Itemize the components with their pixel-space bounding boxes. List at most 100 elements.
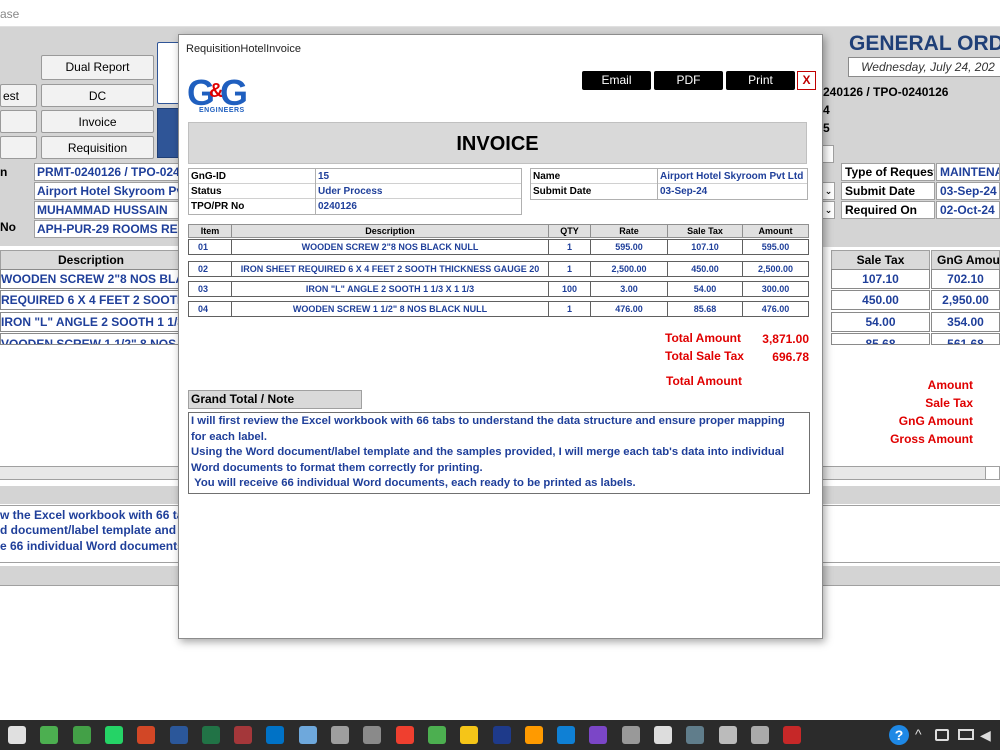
general-order-title: GENERAL ORD <box>849 32 1000 55</box>
required-on-value[interactable]: 02-Oct-24 <box>936 201 1000 219</box>
grid-row-tax[interactable]: 85.68 <box>831 333 930 345</box>
col-item: Item <box>189 225 232 237</box>
cell-item: 03 <box>189 282 232 296</box>
left-partial-button-3[interactable] <box>0 136 37 159</box>
grid-header-sale-tax: Sale Tax <box>831 250 930 270</box>
left-partial-button-2[interactable] <box>0 110 37 133</box>
cell-description: WOODEN SCREW 2"8 NOS BLACK NULL <box>232 240 549 254</box>
grid-row-amount[interactable]: 702.10 <box>931 269 1000 289</box>
monitor-icon[interactable] <box>686 726 705 744</box>
table-row[interactable]: 02 IRON SHEET REQUIRED 6 X 4 FEET 2 SOOT… <box>188 261 809 277</box>
gng-id-value: 15 <box>315 169 521 184</box>
cell-description: IRON "L" ANGLE 2 SOOTH 1 1/3 X 1 1/3 <box>232 282 549 296</box>
note-text[interactable]: I will first review the Excel workbook w… <box>188 412 810 494</box>
requisition-button[interactable]: Requisition <box>41 136 154 159</box>
app-icon[interactable] <box>718 726 737 744</box>
status-value: Uder Process <box>315 184 521 199</box>
network-icon[interactable] <box>958 729 974 740</box>
cell-item: 04 <box>189 302 232 316</box>
android-icon[interactable] <box>72 726 91 744</box>
windows-taskbar: ? ^ ◀ <box>0 720 1000 750</box>
grid-row-tax[interactable]: 450.00 <box>831 290 930 310</box>
cell-item: 02 <box>189 262 232 276</box>
email-button[interactable]: Email <box>582 71 651 90</box>
dual-report-button[interactable]: Dual Report <box>41 55 154 80</box>
submit-date-value[interactable]: 03-Sep-24 <box>936 182 1000 200</box>
outlook-icon[interactable] <box>266 726 285 744</box>
powerpoint-icon[interactable] <box>137 726 156 744</box>
left-partial-button[interactable]: est <box>0 84 37 107</box>
chrome-icon[interactable] <box>427 726 446 744</box>
scrollbar-thumb[interactable] <box>985 466 1000 480</box>
help-icon[interactable]: ? <box>889 725 909 745</box>
total-sale-tax-label: Total Sale Tax <box>665 349 744 363</box>
dialog-title: RequisitionHotelInvoice <box>186 43 301 55</box>
summary-amount-label: Amount <box>927 378 973 392</box>
required-on-dropdown-arrow[interactable]: ⌄ <box>822 201 835 219</box>
download-icon[interactable] <box>783 726 802 744</box>
volume-icon[interactable]: ◀ <box>980 727 991 744</box>
grid-row-desc[interactable]: REQUIRED 6 X 4 FEET 2 SOOTH TH <box>0 290 182 310</box>
name-label: Name <box>533 171 561 182</box>
visual-studio-icon[interactable] <box>589 726 608 744</box>
grid-row-desc[interactable]: IRON "L" ANGLE 2 SOOTH 1 1/3 X <box>0 312 182 332</box>
explorer-icon[interactable] <box>460 726 479 744</box>
calculator-icon[interactable] <box>331 726 349 744</box>
type-of-request-value[interactable]: MAINTENAN <box>936 163 1000 181</box>
app-icon[interactable] <box>363 726 382 744</box>
anydesk-icon[interactable] <box>395 726 414 744</box>
left-label-2: No <box>0 220 16 234</box>
requisition-ref-field[interactable]: PRMT-0240126 / TPO-024 <box>34 163 182 181</box>
table-row[interactable]: 03 IRON "L" ANGLE 2 SOOTH 1 1/3 X 1 1/3 … <box>188 281 809 297</box>
submit-date-label: Submit Date <box>841 182 935 200</box>
chrome-icon[interactable] <box>8 726 26 744</box>
background-window-title: ase <box>0 0 1000 27</box>
info-row-tpo: TPO/PR No 0240126 <box>189 199 521 214</box>
cell-rate: 476.00 <box>591 302 668 316</box>
cell-qty: 1 <box>549 240 591 254</box>
info-row-name: Name Airport Hotel Skyroom Pvt Ltd <box>531 169 807 184</box>
access-icon[interactable] <box>234 726 253 744</box>
chevron-up-icon[interactable]: ^ <box>915 726 922 742</box>
grid-row-tax[interactable]: 107.10 <box>831 269 930 289</box>
submit-date-dropdown-arrow[interactable]: ⌄ <box>822 182 835 200</box>
summary-gross-amount-label: Gross Amount <box>890 432 973 446</box>
grid-row-desc[interactable]: WOODEN SCREW 2"8 NOS BLACK <box>0 269 182 289</box>
dc-button[interactable]: DC <box>41 84 154 107</box>
print-button[interactable]: Print <box>726 71 795 90</box>
capcut-icon[interactable] <box>654 726 672 744</box>
submit-date-value: 03-Sep-24 <box>657 184 807 199</box>
grid-row-amount[interactable]: 354.00 <box>931 312 1000 332</box>
illustrator-icon[interactable] <box>524 726 543 744</box>
grid-row-amount[interactable]: 561.68 <box>931 333 1000 345</box>
excel-icon[interactable] <box>201 726 220 744</box>
logo-subtext: ENGINEERS <box>199 107 245 114</box>
app-icon[interactable] <box>750 726 769 744</box>
grid-row-tax[interactable]: 54.00 <box>831 312 930 332</box>
cell-amount: 2,500.00 <box>757 264 794 274</box>
cell-description: IRON SHEET REQUIRED 6 X 4 FEET 2 SOOTH T… <box>232 262 549 276</box>
pdf-button[interactable]: PDF <box>654 71 723 90</box>
device-icon[interactable] <box>935 729 949 741</box>
notepad-icon[interactable] <box>298 726 317 744</box>
cell-sale-tax: 107.10 <box>668 240 743 254</box>
table-row[interactable]: 01 WOODEN SCREW 2"8 NOS BLACK NULL 1 595… <box>188 239 809 255</box>
contact-person-field[interactable]: MUHAMMAD HUSSAIN <box>34 201 182 219</box>
photoshop-icon[interactable] <box>492 726 511 744</box>
close-button[interactable]: X <box>797 71 816 90</box>
vscode-icon[interactable] <box>557 726 576 744</box>
whatsapp-icon[interactable] <box>104 726 123 744</box>
grid-row-desc[interactable]: VOODEN SCREW 1 1/2" 8 NOS BLA <box>0 333 182 345</box>
app-icon[interactable] <box>621 726 640 744</box>
total-amount-value: 3,871.00 <box>762 332 809 346</box>
cell-qty: 1 <box>549 302 591 316</box>
project-field[interactable]: APH-PUR-29 ROOMS RENO <box>34 220 182 238</box>
word-icon[interactable] <box>169 726 188 744</box>
background-note-line: w the Excel workbook with 66 tabs <box>0 508 198 522</box>
table-row[interactable]: 04 WOODEN SCREW 1 1/2" 8 NOS BLACK NULL … <box>188 301 809 317</box>
invoice-button[interactable]: Invoice <box>41 110 154 133</box>
chrome-icon[interactable] <box>40 726 59 744</box>
grid-row-amount[interactable]: 2,950.00 <box>931 290 1000 310</box>
col-description: Description <box>232 225 549 237</box>
client-name-field[interactable]: Airport Hotel Skyroom Pvt <box>34 182 182 200</box>
